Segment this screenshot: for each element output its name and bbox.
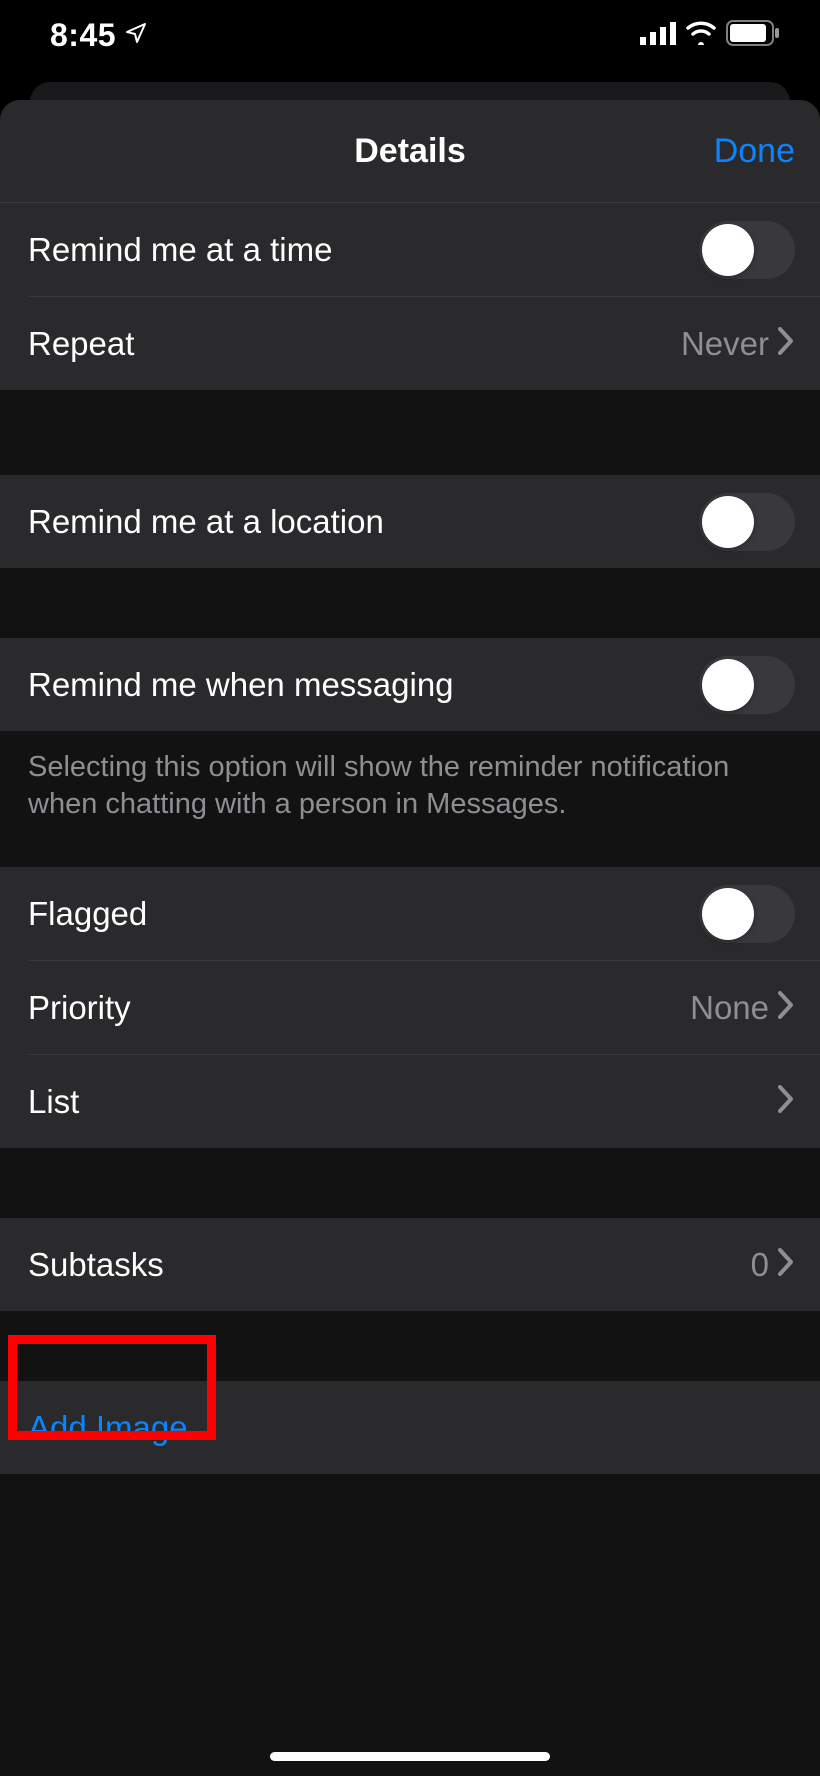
row-value: None: [690, 989, 769, 1027]
group-messaging: Remind me when messaging: [0, 638, 820, 731]
chevron-right-icon: [777, 990, 795, 1025]
toggle-thumb: [702, 496, 754, 548]
battery-icon: [726, 20, 780, 51]
row-flagged[interactable]: Flagged: [0, 867, 820, 960]
add-image-label: Add Image: [28, 1409, 188, 1447]
chevron-right-icon: [777, 1247, 795, 1282]
row-label: Remind me at a location: [28, 503, 384, 541]
chevron-right-icon: [777, 326, 795, 361]
status-right: [640, 20, 780, 51]
row-label: Remind me at a time: [28, 231, 332, 269]
toggle-thumb: [702, 659, 754, 711]
section-gap: [0, 390, 820, 475]
messaging-footer-text: Selecting this option will show the remi…: [0, 731, 820, 849]
row-remind-location[interactable]: Remind me at a location: [0, 475, 820, 568]
section-gap: [0, 849, 820, 867]
row-add-image[interactable]: Add Image: [0, 1381, 820, 1474]
row-label: Flagged: [28, 895, 147, 933]
toggle-thumb: [702, 224, 754, 276]
row-label: Repeat: [28, 325, 134, 363]
group-flag-priority-list: Flagged Priority None List: [0, 867, 820, 1148]
row-list[interactable]: List: [0, 1055, 820, 1148]
row-remind-time[interactable]: Remind me at a time: [0, 203, 820, 296]
section-gap: [0, 568, 820, 638]
toggle-thumb: [702, 888, 754, 940]
row-value: Never: [681, 325, 769, 363]
row-label: Subtasks: [28, 1246, 164, 1284]
toggle-remind-time[interactable]: [699, 221, 795, 279]
row-label: Priority: [28, 989, 131, 1027]
row-label: List: [28, 1083, 79, 1121]
row-label: Remind me when messaging: [28, 666, 454, 704]
row-subtasks[interactable]: Subtasks 0: [0, 1218, 820, 1311]
row-remind-messaging[interactable]: Remind me when messaging: [0, 638, 820, 731]
group-time: Remind me at a time Repeat Never: [0, 203, 820, 390]
wifi-icon: [686, 21, 716, 50]
modal-header: Details Done: [0, 100, 820, 203]
row-repeat[interactable]: Repeat Never: [0, 297, 820, 390]
home-indicator[interactable]: [270, 1752, 550, 1761]
row-priority[interactable]: Priority None: [0, 961, 820, 1054]
group-subtasks: Subtasks 0: [0, 1218, 820, 1311]
chevron-right-icon: [777, 1084, 795, 1119]
status-time: 8:45: [50, 17, 116, 54]
section-gap: [0, 1148, 820, 1218]
details-modal: Details Done Remind me at a time Repeat …: [0, 100, 820, 1776]
row-value: 0: [751, 1246, 769, 1284]
status-bar: 8:45: [0, 0, 820, 70]
location-services-icon: [124, 21, 148, 50]
modal-title: Details: [354, 132, 466, 171]
group-location: Remind me at a location: [0, 475, 820, 568]
toggle-flagged[interactable]: [699, 885, 795, 943]
done-button[interactable]: Done: [714, 132, 795, 171]
toggle-remind-location[interactable]: [699, 493, 795, 551]
cellular-signal-icon: [640, 21, 676, 50]
section-gap: [0, 1311, 820, 1381]
toggle-remind-messaging[interactable]: [699, 656, 795, 714]
